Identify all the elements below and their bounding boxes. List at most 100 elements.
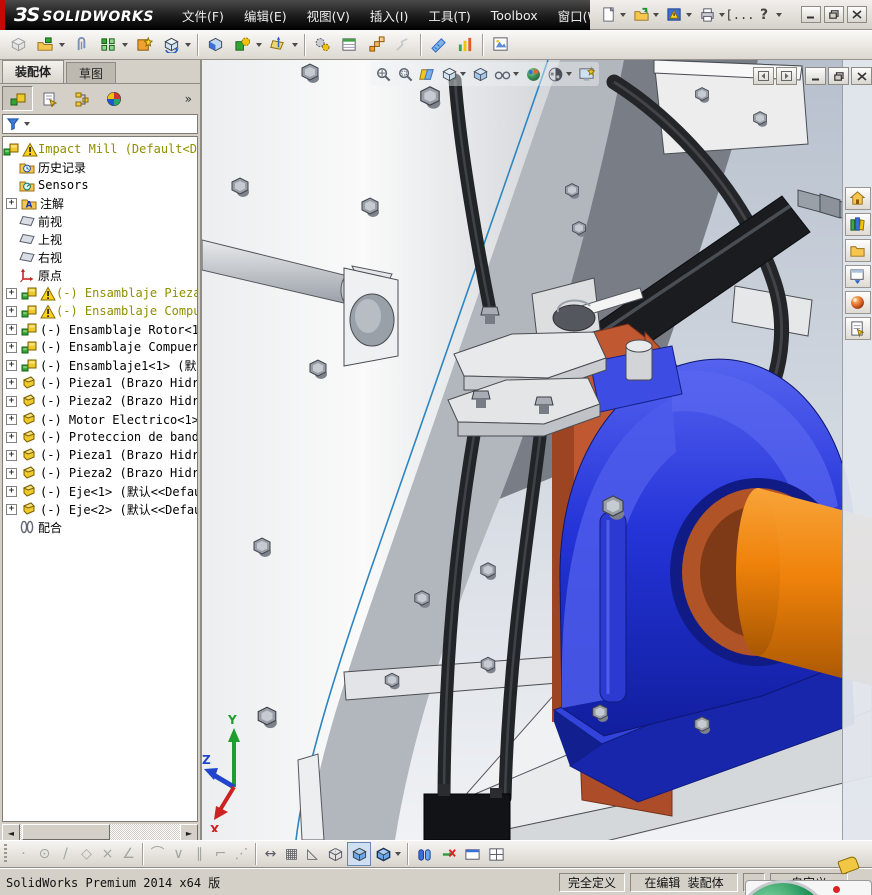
- polygon-button[interactable]: ◇: [76, 843, 97, 865]
- model-canvas[interactable]: [202, 60, 872, 840]
- sketch-angle-button[interactable]: ∠: [118, 843, 139, 865]
- custom-properties-tab[interactable]: [844, 317, 871, 340]
- file-explorer-tab[interactable]: [844, 239, 871, 262]
- dropdown-caret-icon[interactable]: [122, 42, 128, 47]
- move-component-button[interactable]: [158, 31, 185, 58]
- grid-snap-button[interactable]: ▦: [281, 843, 302, 865]
- dropdown-caret-icon[interactable]: [395, 852, 401, 856]
- tree-row-0[interactable]: Impact Mill (Default<Defau: [3, 140, 197, 158]
- make-block-button[interactable]: ◺: [302, 843, 323, 865]
- temporary-axes-button[interactable]: [412, 842, 436, 866]
- reference-geometry-button[interactable]: [265, 31, 292, 58]
- tangent-arc-button[interactable]: ⌒: [147, 843, 168, 865]
- tree-row-12[interactable]: + (-) Ensamblaje1<1> (默认<D: [3, 356, 197, 374]
- linear-component-pattern-button[interactable]: [95, 31, 122, 58]
- tree-expand-toggle[interactable]: +: [6, 485, 17, 497]
- tree-row-1[interactable]: 历史记录: [3, 158, 197, 176]
- tree-row-2[interactable]: Sensors: [3, 176, 197, 194]
- display-shaded-with-edges-button[interactable]: [371, 842, 395, 866]
- tree-row-16[interactable]: + (-) Proteccion de banda<1>: [3, 428, 197, 446]
- tree-expand-toggle[interactable]: +: [6, 323, 17, 335]
- tree-row-4[interactable]: 前视: [3, 212, 197, 230]
- whats-new-icon[interactable]: [662, 3, 686, 27]
- interference-detection-button[interactable]: [425, 31, 452, 58]
- featuremanager-tab[interactable]: [2, 86, 33, 111]
- tree-expand-toggle[interactable]: +: [6, 359, 17, 371]
- new-motion-study-button[interactable]: [309, 31, 336, 58]
- menu-item-2[interactable]: 视图(V): [297, 0, 360, 30]
- zoom-to-area-button[interactable]: [394, 63, 416, 85]
- titlebar-restore-button[interactable]: [824, 6, 844, 23]
- dropdown-caret-icon[interactable]: [513, 72, 519, 76]
- tree-row-9[interactable]: + (-) Ensamblaje Compuert: [3, 302, 197, 320]
- tab-装配体[interactable]: 装配体: [2, 60, 65, 83]
- circle-button[interactable]: ⊙: [34, 843, 55, 865]
- help-icon[interactable]: ?: [752, 3, 776, 27]
- mate-alignment-button[interactable]: [436, 842, 460, 866]
- point-button[interactable]: ·: [13, 843, 34, 865]
- sketch-check-button[interactable]: ∨: [168, 843, 189, 865]
- propertymanager-tab[interactable]: [34, 86, 65, 111]
- apply-scene-button[interactable]: [544, 63, 566, 85]
- tree-expand-toggle[interactable]: +: [6, 197, 17, 209]
- dropdown-caret-icon[interactable]: [566, 72, 572, 76]
- menu-item-4[interactable]: 工具(T): [418, 0, 480, 30]
- tree-expand-toggle[interactable]: +: [6, 467, 17, 479]
- four-viewport-button[interactable]: [484, 842, 508, 866]
- trim-entities-button[interactable]: ×: [97, 843, 118, 865]
- tree-expand-toggle[interactable]: +: [6, 431, 17, 443]
- dropdown-caret-icon[interactable]: [59, 42, 65, 47]
- tab-草图[interactable]: 草图: [66, 62, 117, 83]
- tree-row-18[interactable]: + (-) Pieza2 (Brazo Hidr_S_a: [3, 464, 197, 482]
- open-document-icon[interactable]: [629, 3, 653, 27]
- display-wireframe-button[interactable]: [323, 842, 347, 866]
- show-hidden-components-button[interactable]: [202, 31, 229, 58]
- display-style-button[interactable]: [469, 63, 491, 85]
- dropdown-caret-icon[interactable]: [719, 12, 725, 17]
- appearances-scenes-tab[interactable]: [844, 291, 871, 314]
- doc-minimize-button[interactable]: [805, 67, 826, 85]
- doc-pane-left-button[interactable]: [753, 67, 774, 85]
- options-icon[interactable]: [...: [726, 3, 755, 27]
- menu-item-1[interactable]: 编辑(E): [234, 0, 297, 30]
- tree-expand-toggle[interactable]: +: [6, 287, 17, 299]
- tree-row-5[interactable]: 上视: [3, 230, 197, 248]
- instant3d-button[interactable]: [487, 31, 514, 58]
- tree-row-3[interactable]: + A 注解: [3, 194, 197, 212]
- tree-row-6[interactable]: 右视: [3, 248, 197, 266]
- view-settings-button[interactable]: [575, 63, 597, 85]
- display-shaded-button[interactable]: [347, 842, 371, 866]
- dropdown-caret-icon[interactable]: [653, 12, 659, 17]
- configurationmanager-tab[interactable]: [66, 86, 97, 111]
- tree-row-7[interactable]: 原点: [3, 266, 197, 284]
- tree-row-19[interactable]: + (-) Eje<1> (默认<<Default>: [3, 482, 197, 500]
- single-viewport-button[interactable]: [460, 842, 484, 866]
- solidworks-resources-tab[interactable]: [844, 187, 871, 210]
- tree-row-13[interactable]: + (-) Pieza1 (Brazo Hidr_S_a: [3, 374, 197, 392]
- tree-filter[interactable]: [2, 114, 198, 134]
- explode-line-sketch-button[interactable]: [390, 31, 417, 58]
- tree-horizontal-scrollbar[interactable]: ◄ ►: [2, 824, 198, 842]
- displaymanager-tab[interactable]: [98, 86, 129, 111]
- dropdown-caret-icon[interactable]: [620, 12, 626, 17]
- smart-fasteners-button[interactable]: [131, 31, 158, 58]
- zoom-to-fit-button[interactable]: [372, 63, 394, 85]
- tree-expand-toggle[interactable]: +: [6, 413, 17, 425]
- dropdown-caret-icon[interactable]: [185, 42, 191, 47]
- menu-item-0[interactable]: 文件(F): [172, 0, 234, 30]
- menu-item-3[interactable]: 插入(I): [360, 0, 418, 30]
- smart-dimension-button[interactable]: ↔: [260, 843, 281, 865]
- dropdown-caret-icon[interactable]: [686, 12, 692, 17]
- new-document-icon[interactable]: [596, 3, 620, 27]
- exploded-view-button[interactable]: [363, 31, 390, 58]
- tree-expand-toggle[interactable]: +: [6, 305, 17, 317]
- hide-show-items-button[interactable]: [491, 63, 513, 85]
- parallel-relation-button[interactable]: ∥: [189, 843, 210, 865]
- graphics-viewport[interactable]: Y Z X: [202, 60, 872, 840]
- tree-row-8[interactable]: + (-) Ensamblaje Pieza Pr: [3, 284, 197, 302]
- tree-row-11[interactable]: + (-) Ensamblaje Compuerta T: [3, 338, 197, 356]
- design-library-tab[interactable]: [844, 213, 871, 236]
- assembly-visualization-button[interactable]: [452, 31, 479, 58]
- scroll-track[interactable]: [20, 824, 180, 840]
- menu-item-5[interactable]: Toolbox: [481, 0, 548, 30]
